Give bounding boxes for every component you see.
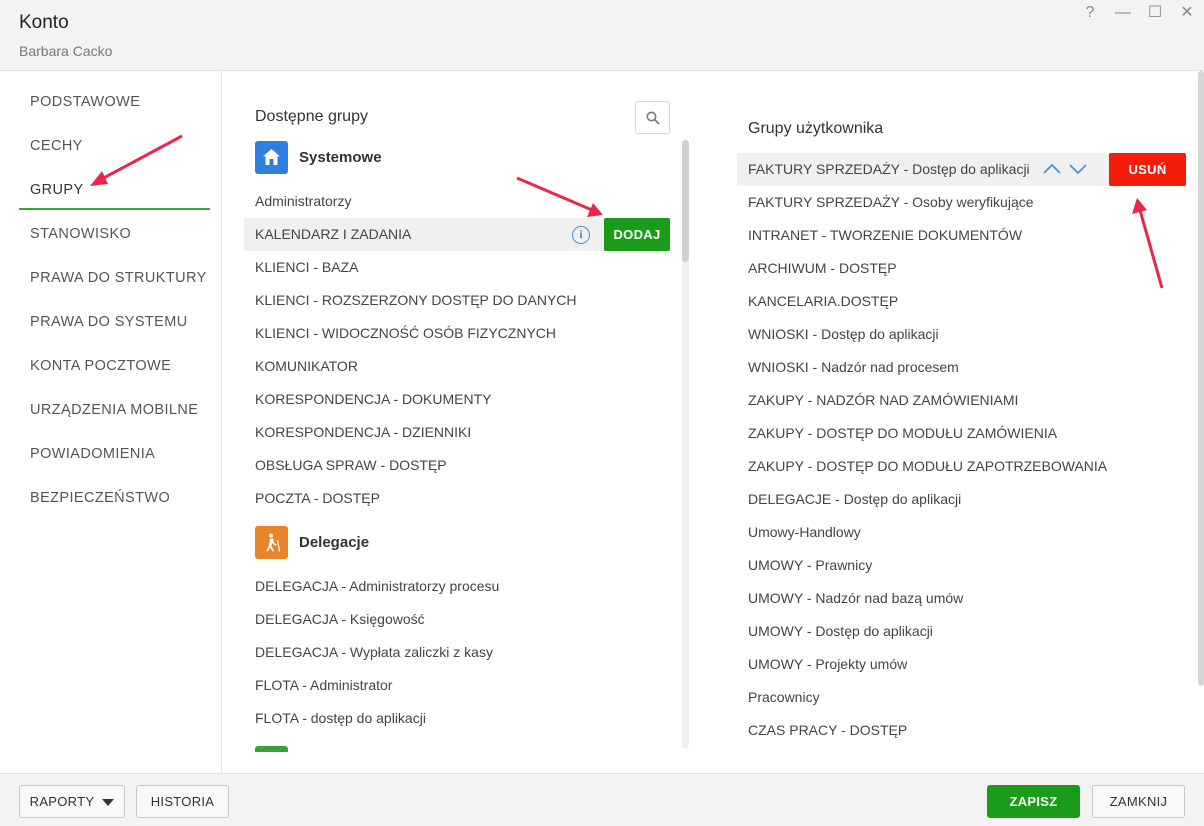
available-group-item[interactable]: OBSŁUGA SPRAW - DOSTĘP [244, 449, 670, 482]
available-group-item-selected[interactable]: KALENDARZ I ZADANIA i DODAJ [244, 218, 670, 251]
nav-item-prawa-do-systemu[interactable]: PRAWA DO SYSTEMU [19, 300, 210, 344]
close-window-button[interactable]: ✕ [1177, 4, 1197, 22]
available-group-item[interactable]: KORESPONDENCJA - DOKUMENTY [244, 383, 670, 416]
save-button[interactable]: ZAPISZ [987, 785, 1080, 818]
available-group-item[interactable]: KLIENCI - WIDOCZNOŚĆ OSÓB FIZYCZNYCH [244, 317, 670, 350]
close-button[interactable]: ZAMKNIJ [1092, 785, 1185, 818]
available-group-item[interactable]: KLIENCI - ROZSZERZONY DOSTĘP DO DANYCH [244, 284, 670, 317]
nav-item-urzadzenia-mobilne[interactable]: URZĄDZENIA MOBILNE [19, 388, 210, 432]
remove-group-button[interactable]: USUŃ [1109, 153, 1186, 186]
nav-item-podstawowe[interactable]: PODSTAWOWE [19, 80, 210, 124]
info-icon[interactable]: i [572, 226, 590, 244]
search-button[interactable] [635, 101, 670, 134]
user-group-item[interactable]: ZAKUPY - DOSTĘP DO MODUŁU ZAMÓWIENIA [737, 417, 1186, 450]
user-group-item[interactable]: ZAKUPY - NADZÓR NAD ZAMÓWIENIAMI [737, 384, 1186, 417]
user-group-item[interactable]: FAKTURY SPRZEDAŻY - Osoby weryfikujące [737, 186, 1186, 219]
nav-item-bezpieczenstwo[interactable]: BEZPIECZEŃSTWO [19, 476, 210, 520]
available-group-item[interactable]: DELEGACJA - Administratorzy procesu [244, 570, 670, 603]
chevron-down-icon[interactable] [1069, 164, 1087, 175]
user-group-item[interactable]: UMOWY - Prawnicy [737, 549, 1186, 582]
history-button[interactable]: HISTORIA [136, 785, 229, 818]
available-group-item[interactable]: Administratorzy [244, 185, 670, 218]
user-group-item[interactable]: KANCELARIA.DOSTĘP [737, 285, 1186, 318]
user-group-item[interactable]: UMOWY - Dostęp do aplikacji [737, 615, 1186, 648]
user-group-item[interactable]: UMOWY - Nadzór nad bazą umów [737, 582, 1186, 615]
user-group-item[interactable]: Umowy-Handlowy [737, 516, 1186, 549]
home-icon [255, 141, 288, 174]
window-title: Konto [19, 12, 69, 33]
user-group-item[interactable]: ZAKUPY - DOSTĘP DO MODUŁU ZAPOTRZEBOWANI… [737, 450, 1186, 483]
reorder-controls [1043, 163, 1087, 175]
available-group-label: KALENDARZ I ZADANIA [255, 226, 412, 242]
user-groups-title: Grupy użytkownika [748, 120, 884, 137]
user-group-item[interactable]: DELEGACJE - Dostęp do aplikacji [737, 483, 1186, 516]
nav-item-konta-pocztowe[interactable]: KONTA POCZTOWE [19, 344, 210, 388]
available-group-item[interactable]: POCZTA - DOSTĘP [244, 482, 670, 515]
user-group-item[interactable]: INTRANET - TWORZENIE DOKUMENTÓW [737, 219, 1186, 252]
group-name: Systemowe [299, 149, 382, 166]
user-group-label: FAKTURY SPRZEDAŻY - Dostęp do aplikacji [748, 161, 1030, 177]
available-groups-scrollbar[interactable] [682, 140, 689, 748]
maximize-button[interactable]: ☐ [1145, 4, 1165, 22]
available-groups-title: Dostępne grupy [255, 108, 368, 125]
nav-item-prawa-do-struktury[interactable]: PRAWA DO STRUKTURY [19, 256, 210, 300]
reports-label: RAPORTY [29, 794, 95, 809]
nav-item-powiadomienia[interactable]: POWIADOMIENIA [19, 432, 210, 476]
search-icon [646, 111, 660, 125]
window-header: Konto Barbara Cacko ? — ☐ ✕ [0, 0, 1204, 71]
add-group-button[interactable]: DODAJ [604, 218, 670, 251]
minimize-button[interactable]: — [1113, 4, 1133, 22]
scrollbar-thumb[interactable] [682, 140, 689, 262]
user-group-item[interactable]: Pracownicy [737, 681, 1186, 714]
user-group-item[interactable]: WNIOSKI - Nadzór nad procesem [737, 351, 1186, 384]
user-group-item[interactable]: UMOWY - Projekty umów [737, 648, 1186, 681]
available-group-item[interactable]: KLIENCI - BAZA [244, 251, 670, 284]
help-button[interactable]: ? [1080, 4, 1100, 22]
available-group-item[interactable]: KORESPONDENCJA - DZIENNIKI [244, 416, 670, 449]
available-group-item[interactable]: FLOTA - dostęp do aplikacji [244, 702, 670, 735]
available-group-item[interactable]: FLOTA - Administrator [244, 669, 670, 702]
nav-item-grupy[interactable]: GRUPY [19, 170, 210, 210]
reports-dropdown-button[interactable]: RAPORTY [19, 785, 125, 818]
nav-item-stanowisko[interactable]: STANOWISKO [19, 212, 210, 256]
user-groups-scrollbar[interactable] [1198, 71, 1204, 686]
nav-item-cechy[interactable]: CECHY [19, 124, 210, 168]
user-group-item-selected[interactable]: FAKTURY SPRZEDAŻY - Dostęp do aplikacji … [737, 153, 1186, 186]
next-group-icon-partial [255, 746, 288, 752]
available-group-item[interactable]: DELEGACJA - Wypłata zaliczki z kasy [244, 636, 670, 669]
chevron-up-icon[interactable] [1043, 163, 1061, 174]
user-group-item[interactable]: WNIOSKI - Dostęp do aplikacji [737, 318, 1186, 351]
user-group-item[interactable]: ARCHIWUM - DOSTĘP [737, 252, 1186, 285]
available-group-item[interactable]: KOMUNIKATOR [244, 350, 670, 383]
available-group-item[interactable]: DELEGACJA - Księgowość [244, 603, 670, 636]
group-name: Delegacje [299, 534, 370, 551]
dialog-footer: RAPORTY HISTORIA ZAPISZ ZAMKNIJ [0, 773, 1204, 826]
user-group-item[interactable]: CZAS PRACY - DOSTĘP [737, 714, 1186, 747]
caret-down-icon [102, 799, 115, 807]
account-owner-name: Barbara Cacko [19, 43, 113, 59]
section-nav: PODSTAWOWE CECHY GRUPY STANOWISKO PRAWA … [0, 71, 222, 773]
traveler-icon [255, 526, 288, 559]
